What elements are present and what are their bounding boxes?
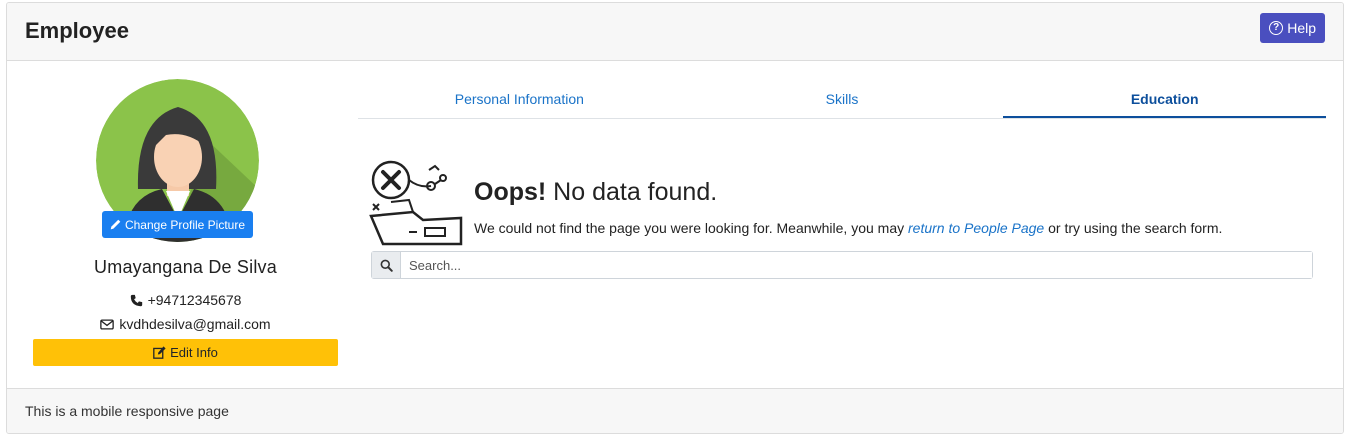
change-profile-picture-button[interactable]: Change Profile Picture [102,211,253,238]
pencil-icon [110,219,121,230]
tab-personal-information[interactable]: Personal Information [358,83,681,118]
empty-state-title: Oops! No data found. [474,178,717,207]
empty-state-message-before: We could not find the page you were look… [474,220,908,236]
search-input[interactable] [401,252,1312,278]
no-data-illustration [369,160,463,246]
empty-state-message-after: or try using the search form. [1044,220,1223,236]
employee-name: Umayangana De Silva [94,257,277,277]
tab-education[interactable]: Education [1003,83,1327,118]
search-icon [380,259,393,272]
tab-bar: Personal Information Skills Education [358,83,1327,119]
empty-state-title-bold: Oops! [474,178,547,206]
return-to-people-link[interactable]: return to People Page [908,220,1044,236]
search-box [371,251,1313,279]
page-title: Employee [25,18,129,43]
question-circle-icon: ? [1269,21,1284,35]
envelope-icon [100,318,115,330]
search-addon [372,252,401,278]
phone-number: +94712345678 [147,292,242,308]
tab-skills[interactable]: Skills [681,83,1004,118]
edit-info-button[interactable]: Edit Info [33,339,338,366]
help-button[interactable]: ? Help [1260,13,1325,43]
help-button-label: Help [1287,20,1316,36]
card-footer: This is a mobile responsive page [7,388,1343,433]
empty-state-title-rest: No data found. [546,178,718,206]
email-address: kvdhdesilva@gmail.com [119,316,271,332]
employee-email: kvdhdesilva@gmail.com [33,316,338,332]
phone-icon [130,294,142,306]
employee-card: Employee ? Help Change Profile Picture U… [6,2,1344,434]
employee-phone: +94712345678 [33,292,338,308]
empty-state-message: We could not find the page you were look… [474,220,1222,236]
edit-icon [153,346,166,359]
edit-info-label: Edit Info [170,345,218,360]
footer-text: This is a mobile responsive page [25,403,229,419]
card-header: Employee ? Help [7,3,1343,61]
change-profile-picture-label: Change Profile Picture [124,217,246,232]
